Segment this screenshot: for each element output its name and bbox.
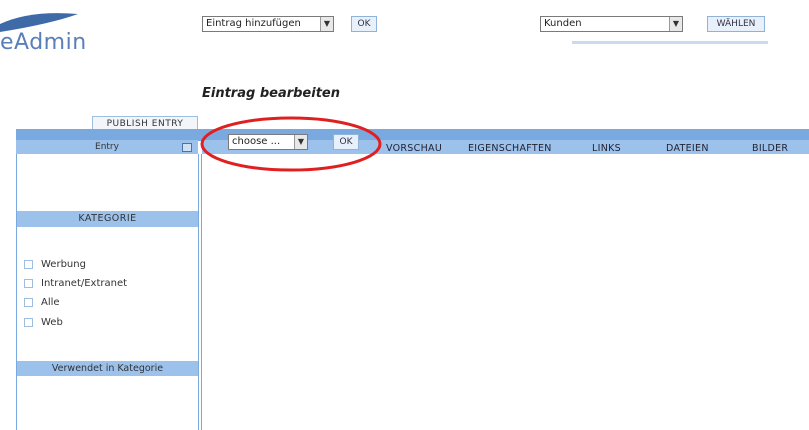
category-item-intranet[interactable]: Intranet/Extranet [24, 278, 127, 289]
tab-bilder[interactable]: BILDER [752, 143, 788, 154]
customer-select-value: Kunden [544, 18, 582, 29]
category-label: Web [41, 317, 63, 328]
category-label: Werbung [41, 259, 86, 270]
category-label: Intranet/Extranet [41, 278, 128, 289]
logo-swoosh-icon [0, 13, 78, 32]
chevron-down-icon: ▼ [320, 17, 333, 31]
tab-links[interactable]: LINKS [592, 143, 621, 154]
header-divider [572, 41, 768, 44]
left-panel [16, 154, 199, 430]
category-header: KATEGORIE [17, 211, 198, 227]
entry-ok-button[interactable]: OK [351, 16, 377, 32]
category-checkbox[interactable] [24, 279, 33, 288]
content-area [201, 154, 809, 430]
customer-select[interactable]: Kunden ▼ [540, 16, 683, 32]
category-checkbox[interactable] [24, 260, 33, 269]
tab-dateien[interactable]: DATEIEN [666, 143, 709, 154]
collapse-icon[interactable] [182, 143, 192, 152]
chevron-down-icon: ▼ [669, 17, 682, 31]
page-title: Eintrag bearbeiten [202, 86, 340, 101]
entry-action-select-value: Eintrag hinzufügen [206, 18, 301, 29]
tab-vorschau[interactable]: VORSCHAU [386, 143, 442, 154]
logo-text: eAdmin [0, 30, 87, 55]
category-checkbox[interactable] [24, 298, 33, 307]
category-item-werbung[interactable]: Werbung [24, 259, 86, 270]
choose-customer-button[interactable]: WÄHLEN [707, 16, 765, 32]
tab-eigenschaften[interactable]: EIGENSCHAFTEN [468, 143, 552, 154]
used-in-category-header: Verwendet in Kategorie [17, 361, 198, 376]
entry-action-select[interactable]: Eintrag hinzufügen ▼ [202, 16, 334, 32]
category-label: Alle [41, 297, 60, 308]
category-item-alle[interactable]: Alle [24, 297, 60, 308]
entry-header: Entry [16, 140, 198, 154]
category-item-web[interactable]: Web [24, 317, 63, 328]
entry-header-label: Entry [95, 142, 119, 152]
category-checkbox[interactable] [24, 318, 33, 327]
